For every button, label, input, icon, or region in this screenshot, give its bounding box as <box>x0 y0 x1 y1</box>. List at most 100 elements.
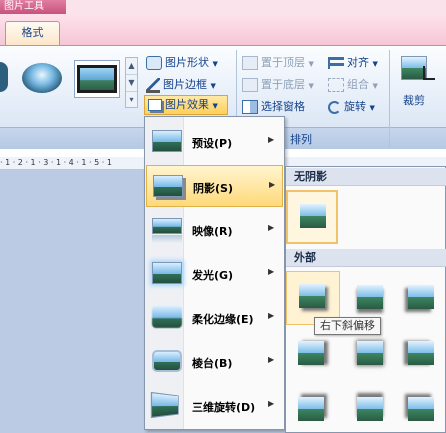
bring-front-label: 置于顶层 <box>261 56 305 69</box>
preset-icon <box>152 130 182 152</box>
picture-border-label: 图片边框 <box>163 78 207 91</box>
effects-icon <box>148 99 162 111</box>
group-label: 组合 <box>347 78 369 91</box>
reflection-icon <box>152 218 182 234</box>
rotate-button[interactable]: 旋转 ▼ <box>328 98 375 114</box>
dropdown-arrow-icon: ▼ <box>308 82 314 90</box>
dropdown-arrow-icon: ▼ <box>210 82 216 90</box>
soft-edges-icon <box>152 306 182 328</box>
shadow-icon <box>153 175 183 197</box>
shadow-option-offset-center[interactable] <box>345 329 393 377</box>
crop-label: 裁剪 <box>403 94 425 107</box>
picture-effects-label: 图片效果 <box>165 98 209 111</box>
send-to-back-button[interactable]: 置于底层 ▼ <box>242 76 314 92</box>
menu-item-label: 映像(R) <box>192 225 233 238</box>
picture-shape-label: 图片形状 <box>165 56 209 69</box>
group-icon <box>328 78 344 92</box>
align-label: 对齐 <box>347 56 369 69</box>
menu-item-reflection[interactable]: 映像(R) ▶ <box>146 209 283 251</box>
tab-format[interactable]: 格式 <box>5 21 60 45</box>
shadow-option-offset-right[interactable] <box>286 329 334 377</box>
picture-border-button[interactable]: 图片边框 ▼ <box>146 76 216 93</box>
menu-item-label: 棱台(B) <box>192 357 233 370</box>
selection-pane-label: 选择窗格 <box>261 100 305 113</box>
shape-icon <box>146 56 162 70</box>
bring-front-icon <box>242 56 258 70</box>
menu-item-label: 发光(G) <box>192 269 234 282</box>
submenu-arrow-icon: ▶ <box>268 355 275 364</box>
menu-item-3d-rotation[interactable]: 三维旋转(D) ▶ <box>146 385 283 427</box>
pen-border-icon <box>146 77 160 93</box>
submenu-arrow-icon: ▶ <box>268 223 275 232</box>
bring-to-front-button[interactable]: 置于顶层 ▼ <box>242 54 314 70</box>
menu-item-label: 阴影(S) <box>193 182 233 195</box>
glow-icon <box>152 262 182 284</box>
ribbon-tab-row <box>0 14 446 45</box>
group-button[interactable]: 组合 ▼ <box>328 76 378 92</box>
picture-shape-button[interactable]: 图片形状 ▼ <box>146 54 218 70</box>
menu-item-label: 三维旋转(D) <box>192 401 256 414</box>
menu-item-label: 柔化边缘(E) <box>192 313 254 326</box>
menu-item-soft-edges[interactable]: 柔化边缘(E) ▶ <box>146 297 283 339</box>
shadow-swatch-image <box>300 204 326 228</box>
black-frame-thumbnail <box>77 65 117 93</box>
shadow-option-offset-diagonal-top-left[interactable] <box>396 385 444 433</box>
dropdown-arrow-icon: ▼ <box>369 104 375 112</box>
gallery-more-icon[interactable]: ▾ <box>126 92 137 108</box>
picture-effects-button[interactable]: 图片效果 ▼ <box>144 95 228 115</box>
shadow-option-none[interactable] <box>286 190 338 244</box>
dropdown-arrow-icon: ▼ <box>372 60 378 68</box>
shadow-swatch-image <box>357 397 383 421</box>
menu-item-shadow[interactable]: 阴影(S) ▶ <box>146 165 283 207</box>
align-icon <box>328 57 344 69</box>
shadow-option-offset-left[interactable] <box>396 329 444 377</box>
submenu-arrow-icon: ▶ <box>268 311 275 320</box>
gallery-style-oval[interactable] <box>22 63 62 93</box>
menu-item-preset[interactable]: 预设(P) ▶ <box>146 121 283 163</box>
outer-shadow-heading: 外部 <box>286 249 446 267</box>
gallery-scroll-down-icon[interactable]: ▼ <box>126 75 137 92</box>
gallery-scroll-up-icon[interactable]: ▲ <box>126 58 137 75</box>
shadow-swatch-image <box>298 341 324 365</box>
shadow-swatch-image <box>357 341 383 365</box>
rotate-icon <box>328 100 341 114</box>
menu-item-bevel[interactable]: 棱台(B) ▶ <box>146 341 283 383</box>
submenu-arrow-icon: ▶ <box>269 180 276 189</box>
align-button[interactable]: 对齐 ▼ <box>328 54 378 70</box>
submenu-arrow-icon: ▶ <box>268 267 275 276</box>
shadow-option-offset-bottom[interactable] <box>345 273 393 321</box>
crop-button[interactable]: 裁剪 <box>393 52 446 112</box>
menu-item-label: 预设(P) <box>192 137 233 150</box>
shadow-option-offset-diagonal-top-right[interactable] <box>286 385 334 433</box>
rotate-label: 旋转 <box>344 100 366 113</box>
no-shadow-heading: 无阴影 <box>286 168 446 186</box>
reflection-mirror <box>152 235 182 243</box>
shadow-swatch-image <box>408 285 434 309</box>
submenu-arrow-icon: ▶ <box>268 135 275 144</box>
gallery-scrollbar[interactable]: ▲ ▼ ▾ <box>125 57 138 108</box>
selection-pane-button[interactable]: 选择窗格 <box>242 98 305 114</box>
dropdown-arrow-icon: ▼ <box>212 60 218 68</box>
send-back-label: 置于底层 <box>261 78 305 91</box>
dropdown-arrow-icon: ▼ <box>308 60 314 68</box>
selection-pane-icon <box>242 100 258 114</box>
menu-item-glow[interactable]: 发光(G) ▶ <box>146 253 283 295</box>
gallery-partial-style[interactable] <box>0 62 8 92</box>
dropdown-arrow-icon: ▼ <box>372 82 378 90</box>
picture-tools-context-label: 图片工具 <box>0 0 66 14</box>
bevel-icon <box>152 350 182 372</box>
gallery-style-black-frame[interactable] <box>74 60 120 98</box>
3d-rotation-icon <box>150 391 179 419</box>
send-back-icon <box>242 78 258 92</box>
dropdown-arrow-icon: ▼ <box>212 102 218 110</box>
shadow-swatch-image <box>357 285 383 309</box>
group-separator <box>389 50 390 148</box>
shadow-option-offset-top[interactable] <box>345 385 393 433</box>
shadow-swatch-image <box>298 397 324 421</box>
crop-handle-icon <box>423 66 435 80</box>
shadow-option-offset-diagonal-bottom-left[interactable] <box>396 273 444 321</box>
title-bar-strip <box>66 0 446 14</box>
shadow-swatch-image <box>299 284 325 308</box>
shadow-tooltip: 右下斜偏移 <box>314 317 381 335</box>
shadow-swatch-image <box>408 341 434 365</box>
